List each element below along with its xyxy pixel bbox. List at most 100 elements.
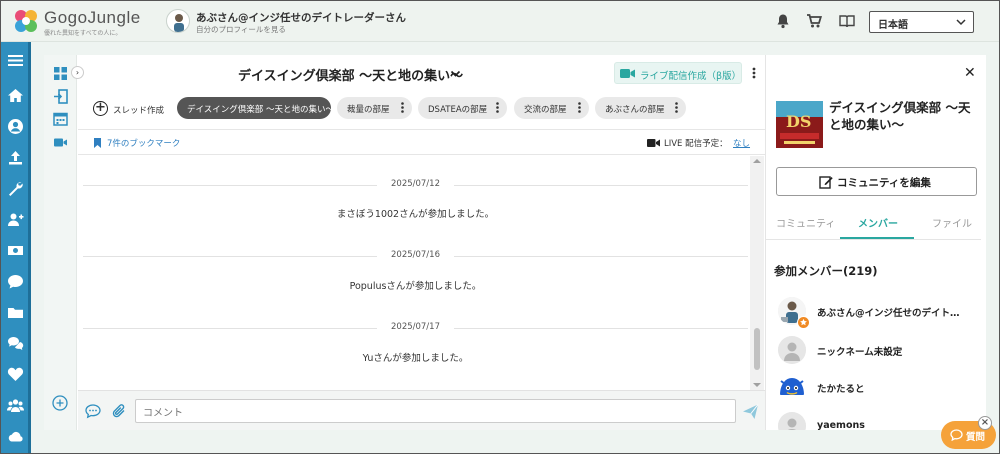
logo-icon: [15, 10, 37, 32]
scroll-up-arrow[interactable]: [753, 159, 761, 163]
channel-toolbar: [44, 55, 77, 430]
user-icon[interactable]: [7, 118, 24, 135]
tools-icon[interactable]: [7, 180, 24, 197]
profile-name: あぶさん@インジ任せのデイトレーダーさん: [196, 12, 406, 24]
date-separator: 2025/07/16: [83, 250, 748, 262]
book-icon[interactable]: [839, 13, 855, 29]
home-icon[interactable]: [7, 87, 24, 104]
avatar: [166, 9, 190, 33]
collapse-sidebar-button[interactable]: ›: [71, 66, 84, 79]
message-scrollbar[interactable]: [750, 156, 764, 390]
more-menu-icon[interactable]: [675, 102, 678, 113]
tab-community[interactable]: コミュニティ: [776, 215, 835, 230]
group-icon[interactable]: [7, 397, 24, 414]
live-create-label: ライブ配信作成（β版）: [640, 71, 742, 82]
member-name: たかたると: [817, 384, 865, 395]
system-message: Populusさんが参加しました。: [349, 281, 482, 292]
add-circle-icon[interactable]: [52, 395, 68, 411]
room-chip-label: 裁量の部屋: [347, 105, 390, 115]
thread-create-label: スレッド作成: [113, 106, 165, 116]
tab-divider: [766, 239, 986, 240]
scroll-thumb[interactable]: [754, 328, 760, 370]
member-row[interactable]: たかたると: [778, 373, 983, 403]
community-panel: ✕ DS デイスイング倶楽部 〜天と地の集い〜 コミュニティを編集 コミュニティ…: [765, 55, 986, 430]
close-icon[interactable]: ✕: [964, 65, 976, 81]
add-user-icon[interactable]: [7, 211, 24, 228]
scroll-down-arrow[interactable]: [753, 383, 761, 387]
money-icon[interactable]: [7, 242, 24, 259]
room-chip-label: DSATEAの部屋: [428, 105, 488, 115]
panel-scrollbar[interactable]: [981, 55, 986, 430]
bookmark-icon: [94, 138, 101, 148]
bookmarks-link[interactable]: 7件のブックマーク: [107, 137, 180, 149]
plus-icon: +: [93, 101, 108, 116]
chat-panel: › デイスイング倶楽部 〜天と地の集い〜 ライブ配信作成（β版） + スレッド作…: [44, 55, 765, 430]
member-row[interactable]: ニックネーム未設定: [778, 336, 983, 366]
more-menu-icon[interactable]: [401, 102, 404, 113]
bell-icon[interactable]: [775, 13, 791, 29]
svg-text:DS: DS: [786, 112, 811, 131]
menu-icon[interactable]: [7, 52, 24, 69]
system-message: Yuさんが参加しました。: [362, 353, 469, 364]
message-list: 2025/07/12 まさぼう1002さんが参加しました。 2025/07/16…: [78, 156, 765, 390]
member-row[interactable]: あぶさん@インジ任せのデイトレ…: [778, 297, 983, 329]
room-title[interactable]: デイスイング倶楽部 〜天と地の集い〜: [238, 65, 463, 84]
enter-room-icon[interactable]: [53, 89, 68, 104]
more-menu-icon[interactable]: [752, 67, 756, 79]
cloud-icon[interactable]: [7, 428, 24, 445]
heart-icon[interactable]: [7, 366, 24, 383]
chat-icon[interactable]: [7, 273, 24, 290]
video-icon: [620, 69, 635, 78]
edit-community-button[interactable]: コミュニティを編集: [776, 167, 977, 196]
live-plan-label: LIVE 配信予定：: [664, 139, 728, 149]
live-create-button[interactable]: ライブ配信作成（β版）: [614, 62, 742, 84]
more-menu-icon[interactable]: [578, 102, 581, 113]
room-chip[interactable]: あぶさんの部屋: [595, 97, 686, 119]
date-label: 2025/07/17: [377, 322, 454, 332]
close-icon[interactable]: ×: [978, 416, 992, 430]
calendar-icon[interactable]: [53, 111, 68, 126]
profile-sub: 自分のプロフィールを見る: [196, 25, 286, 34]
left-sidebar: [0, 42, 31, 454]
video-icon: [647, 139, 660, 147]
upload-icon[interactable]: [7, 149, 24, 166]
avatar: [778, 412, 806, 430]
avatar: [778, 373, 806, 401]
comment-input[interactable]: [135, 399, 736, 423]
comments-icon[interactable]: [7, 335, 24, 352]
chat-bubble-icon[interactable]: [85, 403, 101, 419]
folder-icon[interactable]: [7, 304, 24, 321]
date-separator: 2025/07/12: [83, 179, 748, 191]
tab-files[interactable]: ファイル: [932, 215, 972, 230]
system-message: まさぼう1002さんが参加しました。: [336, 209, 495, 220]
cart-icon[interactable]: [806, 13, 822, 29]
room-chip-label: 交流の部屋: [524, 105, 567, 115]
room-chip[interactable]: DSATEAの部屋: [418, 97, 507, 119]
paperclip-icon[interactable]: [111, 403, 127, 419]
member-name: あぶさん@インジ任せのデイトレ…: [817, 308, 967, 319]
date-label: 2025/07/12: [377, 179, 454, 189]
room-chip[interactable]: デイスイング倶楽部 〜天と地の集い〜: [177, 97, 334, 119]
language-select[interactable]: 日本語: [869, 11, 974, 33]
room-chip[interactable]: 裁量の部屋: [337, 97, 412, 119]
top-header: GogoJungle 優れた異知をすべての人に。 あぶさん@インジ任せのデイトレ…: [0, 0, 1000, 42]
tab-members[interactable]: メンバー: [858, 215, 898, 230]
question-label: 質問: [966, 432, 986, 443]
logo[interactable]: GogoJungle 優れた異知をすべての人に。: [12, 7, 152, 37]
room-chip-label: デイスイング倶楽部 〜天と地の集い〜: [187, 105, 334, 115]
video-icon[interactable]: [53, 135, 68, 150]
date-label: 2025/07/16: [377, 250, 454, 260]
edit-icon: [819, 176, 833, 189]
send-icon[interactable]: [742, 403, 759, 420]
community-title: デイスイング倶楽部 〜天と地の集い〜: [829, 100, 971, 132]
more-menu-icon[interactable]: [496, 102, 499, 113]
logo-text: GogoJungle: [44, 8, 141, 27]
grid-icon[interactable]: [53, 66, 68, 81]
room-chip[interactable]: 交流の部屋: [514, 97, 589, 119]
chevron-down-icon: [956, 19, 966, 26]
chevron-down-icon[interactable]: [450, 68, 461, 79]
live-plan-link[interactable]: なし: [733, 137, 750, 149]
members-heading: 参加メンバー(219): [774, 264, 878, 278]
member-name: ニックネーム未設定: [817, 347, 903, 358]
community-thumbnail: DS: [776, 101, 823, 148]
